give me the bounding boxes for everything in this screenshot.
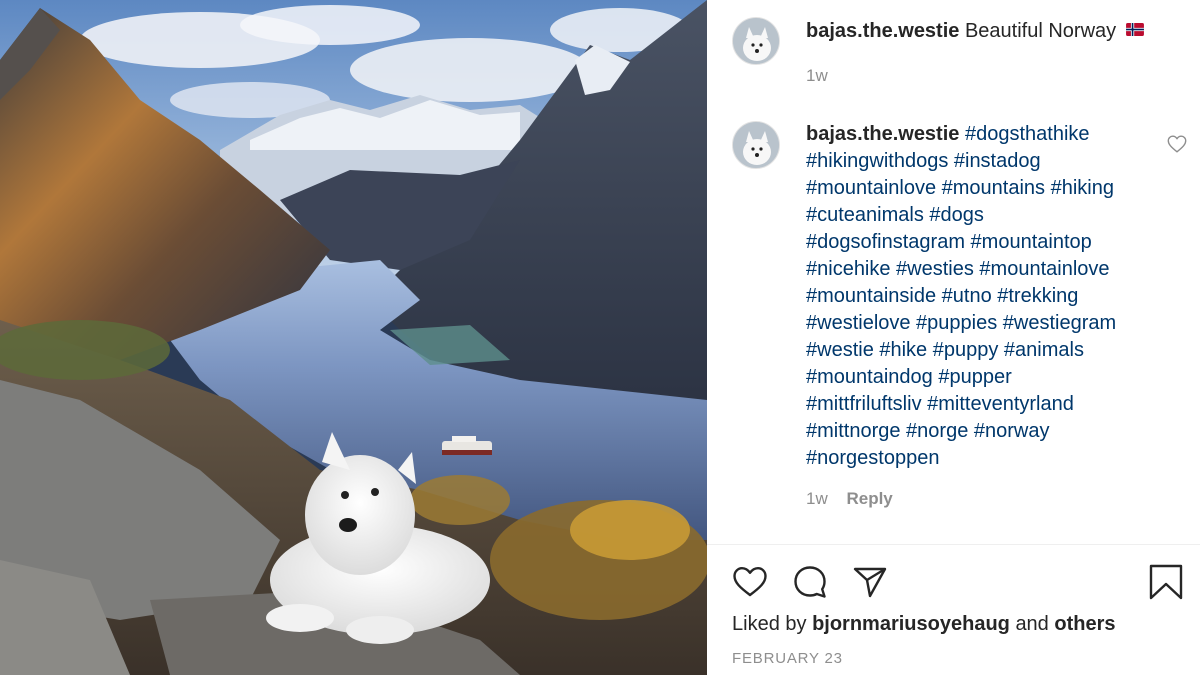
post-date[interactable]: FEBRUARY 23 <box>732 650 843 667</box>
hashtag-line[interactable]: #dogsofinstagram #mountaintop <box>806 229 1161 256</box>
hashtag-text[interactable]: #dogsthathike <box>965 123 1090 145</box>
caption-line: bajas.the.westie Beautiful Norway <box>806 18 1186 45</box>
likes-others-link[interactable]: others <box>1054 613 1115 635</box>
post-panel: bajas.the.westie Beautiful Norway 1w baj… <box>707 0 1200 675</box>
likes-prefix: Liked by <box>732 613 807 635</box>
hashtag-line[interactable]: #mittfriluftsliv #mitteventyrland <box>806 391 1161 418</box>
heart-icon <box>733 567 767 597</box>
bookmark-icon <box>1149 564 1183 600</box>
hashtag-line[interactable]: #nicehike #westies #mountainlove <box>806 256 1161 283</box>
comment-body: bajas.the.westie #dogsthathike #hikingwi… <box>806 121 1161 472</box>
hashtag-line[interactable]: #westielove #puppies #westiegram <box>806 310 1161 337</box>
reply-button[interactable]: Reply <box>846 489 892 508</box>
like-button[interactable] <box>731 563 769 601</box>
share-button[interactable] <box>851 563 889 601</box>
liked-by-user-link[interactable]: bjornmariusoyehaug <box>812 613 1010 635</box>
comment-button[interactable] <box>791 563 829 601</box>
avatar-image <box>733 18 779 64</box>
avatar[interactable] <box>732 17 780 65</box>
caption-text: Beautiful Norway <box>964 20 1117 42</box>
caption-time: 1w <box>806 66 828 85</box>
hashtag-line[interactable]: #mountainside #utno #trekking <box>806 283 1161 310</box>
hashtag-line[interactable]: #mountainlove #mountains #hiking <box>806 175 1161 202</box>
likes-summary: Liked by bjornmariusoyehaug and others <box>732 611 1116 638</box>
hashtag-line[interactable]: #hikingwithdogs #instadog <box>806 148 1161 175</box>
photo-image <box>0 0 707 675</box>
norway-flag-icon <box>1125 23 1144 36</box>
likes-middle: and <box>1015 613 1049 635</box>
hashtag-line[interactable]: #mittnorge #norge #norway <box>806 418 1161 445</box>
comment-icon <box>794 566 826 598</box>
comment-time: 1w <box>806 489 828 508</box>
hashtag-line[interactable]: #mountaindog #pupper <box>806 364 1161 391</box>
comment-meta: 1w Reply <box>806 489 893 509</box>
caption-username[interactable]: bajas.the.westie <box>806 20 959 42</box>
save-button[interactable] <box>1147 563 1185 601</box>
avatar[interactable] <box>732 121 780 169</box>
comment-username[interactable]: bajas.the.westie <box>806 123 959 145</box>
post-photo[interactable] <box>0 0 707 675</box>
hashtag-line[interactable]: #norgestoppen <box>806 445 1161 472</box>
hashtag-line[interactable]: #cuteanimals #dogs <box>806 202 1161 229</box>
divider <box>707 544 1200 545</box>
share-icon <box>853 567 887 598</box>
comment-like-heart-icon[interactable] <box>1166 133 1188 155</box>
avatar-image <box>733 122 779 168</box>
hashtag-line[interactable]: #westie #hike #puppy #animals <box>806 337 1161 364</box>
comment-line: bajas.the.westie #dogsthathike <box>806 121 1161 148</box>
